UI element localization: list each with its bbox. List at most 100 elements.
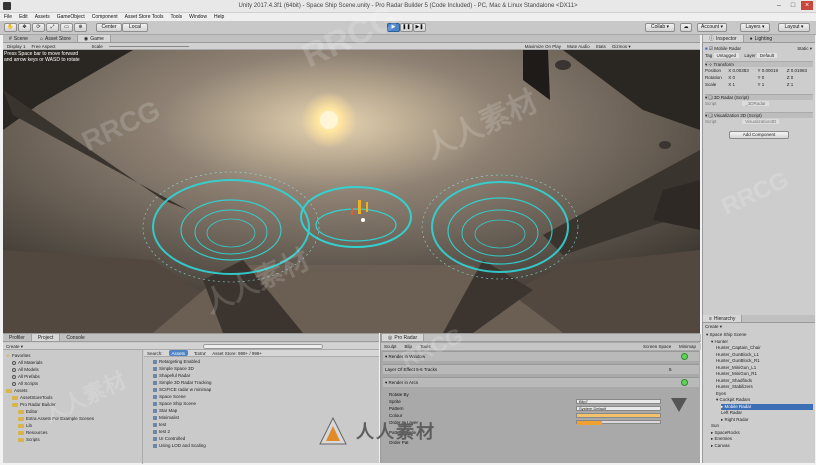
layer-dropdown[interactable]: Default (756, 53, 778, 58)
cloud-icon[interactable]: ☁ (680, 23, 692, 32)
display-dropdown[interactable]: Display 1 (7, 43, 26, 49)
rect-tool-icon[interactable]: ▭ (60, 23, 73, 32)
move-tool-icon[interactable]: ✥ (18, 23, 31, 32)
layers-button[interactable]: Layers ▾ (740, 23, 770, 32)
project-tree-item[interactable]: All Models (12, 367, 39, 373)
project-search-input[interactable] (203, 344, 323, 349)
menu-tools[interactable]: Tools (170, 13, 182, 21)
hierarchy-item[interactable]: Hunter_Captain_Chair (716, 345, 813, 351)
aspect-dropdown[interactable]: Free Aspect (32, 43, 56, 49)
tab-profiler[interactable]: Profiler (3, 334, 31, 341)
radar-tab-tools[interactable]: Tools (420, 343, 431, 350)
menu-component[interactable]: Component (92, 13, 118, 21)
asset-item[interactable]: Shapeful Radar (153, 373, 190, 379)
project-tree-item[interactable]: Assets (6, 388, 28, 394)
script-reference-field[interactable]: Visualization3D (742, 119, 780, 124)
render-arcs-foldout[interactable]: ▾ Render in Arcs (385, 380, 418, 386)
rotate-tool-icon[interactable]: ⟳ (32, 23, 45, 32)
pause-icon[interactable]: ❚❚ (400, 23, 413, 32)
position-y[interactable]: Y 0.00019 (758, 68, 786, 74)
hierarchy-item[interactable]: ▸ Right Radar (721, 417, 813, 423)
hierarchy-item[interactable]: Hunter_Shadfinds (716, 378, 813, 384)
project-tree-item[interactable]: AssetStoreTools (12, 395, 53, 401)
gizmos-dropdown[interactable]: Gizmos ▾ (612, 43, 631, 49)
search-assets-filter[interactable]: Assets (168, 350, 189, 356)
hierarchy-item[interactable]: Eyes (716, 391, 813, 397)
local-global-button[interactable]: Local (122, 23, 148, 32)
menu-asset-store-tools[interactable]: Asset Store Tools (125, 13, 164, 21)
project-tree-item[interactable]: Extra Assets For Example Scenes (18, 416, 94, 422)
hierarchy-item[interactable]: ▸ Enemies (711, 436, 813, 442)
collab-button[interactable]: Collab ▾ (645, 23, 675, 32)
asset-item[interactable]: Simple 3D Radar Tracking (153, 380, 212, 386)
project-create-button[interactable]: Create ▾ (6, 344, 23, 349)
asset-item[interactable]: SCIFICE radar w minimap (153, 387, 211, 393)
asset-item[interactable]: Simple Space 3D (153, 366, 194, 372)
tag-dropdown[interactable]: Untagged (713, 53, 740, 58)
stats-toggle[interactable]: Stats (596, 43, 606, 49)
tab-pro-radar[interactable]: ◎ Pro Radar (381, 334, 425, 341)
project-tree-item[interactable]: All Materials (12, 360, 43, 366)
menu-edit[interactable]: Edit (19, 13, 28, 21)
project-tree-item[interactable]: Lib (18, 423, 32, 429)
maximize-on-play-toggle[interactable]: Maximize On Play (525, 43, 561, 49)
project-tree-item[interactable]: Scripts (18, 437, 40, 443)
asset-item[interactable]: Using LOD and Scaling (153, 443, 206, 449)
tab-hierarchy[interactable]: ≡ Hierarchy (702, 315, 743, 322)
menu-window[interactable]: Window (189, 13, 207, 21)
asset-item[interactable]: Minimalist (153, 415, 179, 421)
hierarchy-item[interactable]: ▸ Canvas (711, 443, 813, 449)
power-toggle-icon[interactable] (681, 379, 688, 386)
search-folder-filter[interactable]: 'Extra' (194, 350, 206, 356)
power-toggle-icon[interactable] (681, 353, 688, 360)
tab-project[interactable]: Project (30, 334, 61, 341)
play-icon[interactable]: ▶ (387, 23, 400, 32)
position-x[interactable]: X 0.00383 (728, 68, 756, 74)
tab-game[interactable]: ◉ Game (76, 35, 111, 42)
hierarchy-item[interactable]: Hunter_MiniGun_R1 (716, 371, 813, 377)
hierarchy-item[interactable]: Sun (711, 423, 813, 429)
rotation-x[interactable]: X 0 (728, 75, 756, 81)
position-z[interactable]: Z 0.01983 (787, 68, 807, 73)
hierarchy-item[interactable]: ▸ Mobile Radar (721, 403, 813, 410)
hierarchy-create-button[interactable]: Create ▾ (705, 324, 813, 330)
tab-asset-store[interactable]: ⌂ Asset Store (34, 35, 77, 42)
hierarchy-item[interactable]: ▾ Hunter (711, 339, 813, 345)
project-tree-item[interactable]: ★ Favorites (6, 353, 31, 359)
hierarchy-item[interactable]: Hunter_GunBlock_R1 (716, 358, 813, 364)
mute-audio-toggle[interactable]: Mute Audio (567, 43, 590, 49)
minimize-button[interactable]: – (773, 1, 785, 10)
transform-tool-icon[interactable]: ⊕ (74, 23, 87, 32)
scale-slider[interactable] (108, 46, 189, 47)
search-asset-store-filter[interactable]: Asset Store: 999+ / 999+ (212, 350, 262, 356)
account-button[interactable]: Account ▾ (697, 23, 727, 32)
menu-assets[interactable]: Assets (35, 13, 50, 21)
hierarchy-item[interactable]: ▾ Cockpit Radars (716, 397, 813, 403)
tab-inspector[interactable]: ⓘ Inspector (702, 35, 744, 42)
hierarchy-item[interactable]: Hunter_MiniGun_L1 (716, 365, 813, 371)
scale-tool-icon[interactable]: ⤢ (46, 23, 59, 32)
script-reference-field[interactable]: _3DRadar (742, 101, 769, 106)
hierarchy-item[interactable]: Hunter_Stabilizers (716, 384, 813, 390)
asset-item[interactable]: Star Map (153, 408, 177, 414)
radar-tab-blip[interactable]: Blip (405, 343, 413, 350)
rotation-y[interactable]: Y 0 (758, 75, 786, 81)
project-tree-item[interactable]: All Scripts (12, 381, 38, 387)
hierarchy-item[interactable]: Hunter_GunBlock_L1 (716, 352, 813, 358)
close-button[interactable]: × (801, 1, 813, 10)
hierarchy-item[interactable]: Left Radar (721, 410, 813, 416)
object-name-field[interactable]: Mobile Radar (714, 46, 741, 51)
radar-script-header[interactable]: ▾ ❑ 3D Radar (Script) (705, 94, 813, 100)
asset-item[interactable]: Space Ship Scene (153, 401, 196, 407)
sprite-field[interactable]: System Default (576, 406, 661, 411)
tab-console[interactable]: Console (60, 334, 90, 341)
hierarchy-item[interactable]: ▾ Space Ship Scene (706, 332, 813, 338)
rotation-z[interactable]: Z 0 (787, 75, 794, 80)
transform-header[interactable]: ▾ ⊹ Transform (705, 61, 813, 67)
layer-effect-value[interactable]: 5 (669, 367, 672, 373)
center-pivot-button[interactable]: Center (96, 23, 122, 32)
add-component-button[interactable]: Add Component (729, 131, 789, 139)
blip-field[interactable]: Blip7 (576, 399, 661, 404)
menu-gameobject[interactable]: GameObject (57, 13, 85, 21)
hand-tool-icon[interactable]: ✋ (4, 23, 17, 32)
